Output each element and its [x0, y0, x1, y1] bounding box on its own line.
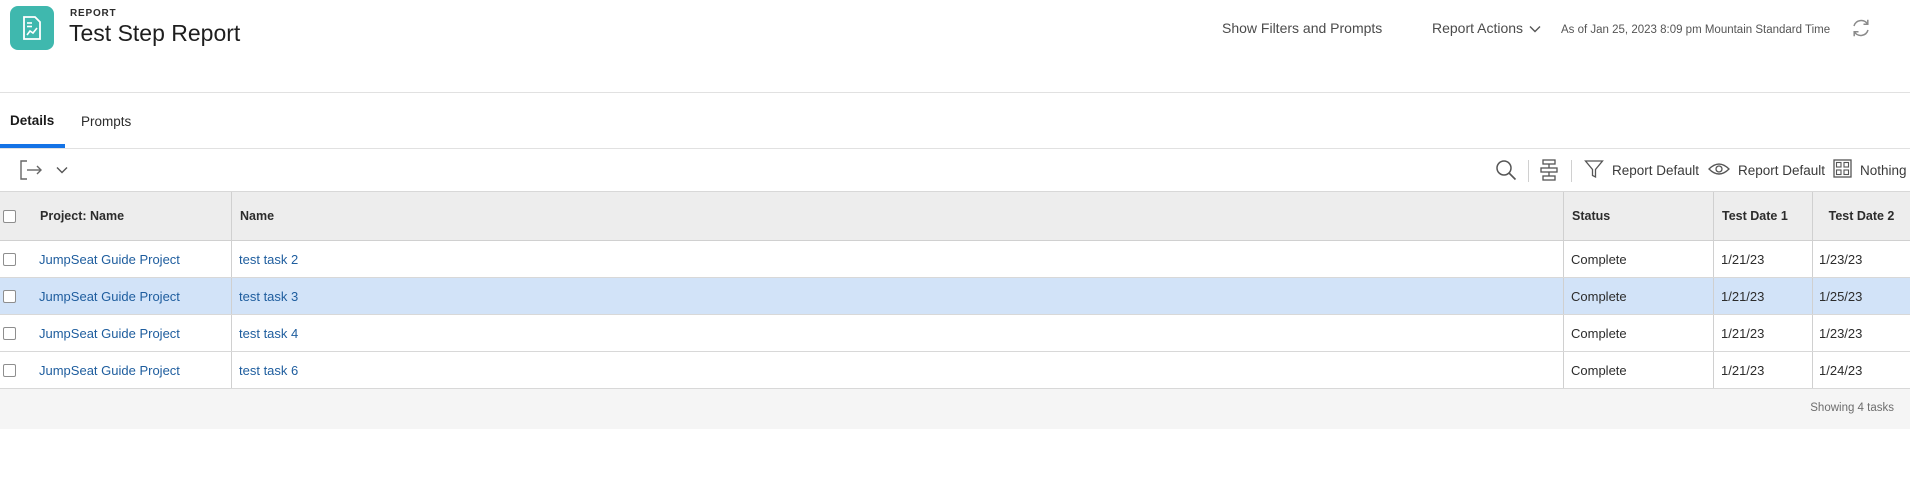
report-actions-label: Report Actions	[1432, 20, 1524, 36]
column-divider	[1713, 315, 1714, 351]
filter-label: Report Default	[1612, 162, 1700, 178]
column-divider	[1713, 352, 1714, 388]
report-header: REPORT Test Step Report Show Filters and…	[0, 0, 1910, 93]
page-title: Test Step Report	[69, 20, 241, 46]
column-header-name[interactable]: Name	[240, 192, 274, 240]
task-name-link[interactable]: test task 4	[239, 315, 298, 351]
refresh-icon[interactable]	[1850, 17, 1872, 39]
test-date-2-cell: 1/25/23	[1819, 288, 1863, 304]
column-divider	[1812, 278, 1813, 314]
table-row[interactable]: JumpSeat Guide Project test task 3 Complet…	[0, 278, 1910, 315]
toolbar-divider	[1528, 160, 1529, 182]
column-divider	[1563, 352, 1564, 388]
project-name-link[interactable]: JumpSeat Guide Project	[39, 241, 180, 277]
grouping-tree-icon[interactable]	[1540, 149, 1558, 191]
tab-details[interactable]: Details	[0, 93, 65, 148]
column-header-test-date-1[interactable]: Test Date 1	[1722, 192, 1788, 240]
table-footer: Showing 4 tasks	[0, 389, 1910, 429]
column-divider	[231, 315, 232, 351]
task-name-link[interactable]: test task 3	[239, 278, 298, 314]
project-name-link[interactable]: JumpSeat Guide Project	[39, 315, 180, 351]
status-cell: Complete	[1571, 251, 1627, 267]
table-row[interactable]: JumpSeat Guide Project test task 6 Complet…	[0, 352, 1910, 389]
column-divider	[1563, 192, 1564, 240]
report-tabs: Details Prompts	[0, 93, 1910, 149]
export-icon[interactable]	[18, 149, 44, 191]
row-count: Showing 4 tasks	[1810, 402, 1894, 414]
grouping-label: Nothing	[1860, 162, 1907, 178]
select-all-checkbox[interactable]	[3, 192, 16, 240]
column-divider	[231, 241, 232, 277]
column-divider	[1812, 352, 1813, 388]
column-divider	[1713, 278, 1714, 314]
column-header-test-date-2[interactable]: Test Date 2	[1813, 192, 1910, 240]
task-name-link[interactable]: test task 2	[239, 241, 298, 277]
status-cell: Complete	[1571, 288, 1627, 304]
test-date-2-cell: 1/23/23	[1819, 251, 1863, 267]
row-checkbox[interactable]	[3, 352, 16, 388]
report-toolbar: Report Default Report Default Nothing	[0, 149, 1910, 191]
column-divider	[1563, 278, 1564, 314]
column-header-status[interactable]: Status	[1572, 192, 1610, 240]
column-divider	[231, 192, 232, 240]
column-divider	[1563, 241, 1564, 277]
project-name-link[interactable]: JumpSeat Guide Project	[39, 278, 180, 314]
test-date-1-cell: 1/21/23	[1721, 362, 1765, 378]
column-divider	[1812, 315, 1813, 351]
chevron-down-icon[interactable]	[56, 149, 68, 191]
status-cell: Complete	[1571, 362, 1627, 378]
search-icon[interactable]	[1495, 149, 1517, 191]
grid-icon	[1833, 159, 1852, 181]
table-header-row: Project: Name Name Status Test Date 1 Te…	[0, 191, 1910, 241]
view-label: Report Default	[1738, 162, 1826, 178]
report-chart-icon	[10, 6, 54, 50]
column-header-project[interactable]: Project: Name	[40, 192, 124, 240]
test-date-1-cell: 1/21/23	[1721, 251, 1765, 267]
eye-icon	[1708, 161, 1730, 180]
task-name-link[interactable]: test task 6	[239, 352, 298, 388]
test-date-1-cell: 1/21/23	[1721, 325, 1765, 341]
row-checkbox[interactable]	[3, 315, 16, 351]
row-checkbox[interactable]	[3, 278, 16, 314]
as-of-timestamp: As of Jan 25, 2023 8:09 pm Mountain Stan…	[1561, 24, 1831, 36]
table-row[interactable]: JumpSeat Guide Project test task 4 Complet…	[0, 315, 1910, 352]
column-divider	[231, 352, 232, 388]
tab-prompts[interactable]: Prompts	[81, 93, 131, 149]
status-cell: Complete	[1571, 325, 1627, 341]
filter-icon	[1584, 159, 1604, 182]
test-date-1-cell: 1/21/23	[1721, 288, 1765, 304]
grouping-button[interactable]: Nothing	[1833, 149, 1907, 191]
filter-button[interactable]: Report Default	[1584, 149, 1699, 191]
table-row[interactable]: JumpSeat Guide Project test task 2 Complet…	[0, 241, 1910, 278]
view-button[interactable]: Report Default	[1708, 149, 1825, 191]
chevron-down-icon	[1529, 20, 1541, 36]
column-divider	[1713, 192, 1714, 240]
page-kicker: REPORT	[70, 8, 117, 19]
column-divider	[1563, 315, 1564, 351]
project-name-link[interactable]: JumpSeat Guide Project	[39, 352, 180, 388]
column-divider	[1713, 241, 1714, 277]
test-date-2-cell: 1/24/23	[1819, 362, 1863, 378]
report-actions-button[interactable]: Report Actions	[1432, 20, 1541, 36]
column-divider	[231, 278, 232, 314]
row-checkbox[interactable]	[3, 241, 16, 277]
toolbar-divider	[1571, 160, 1572, 182]
show-filters-button[interactable]: Show Filters and Prompts	[1222, 20, 1382, 36]
column-divider	[1812, 241, 1813, 277]
test-date-2-cell: 1/23/23	[1819, 325, 1863, 341]
